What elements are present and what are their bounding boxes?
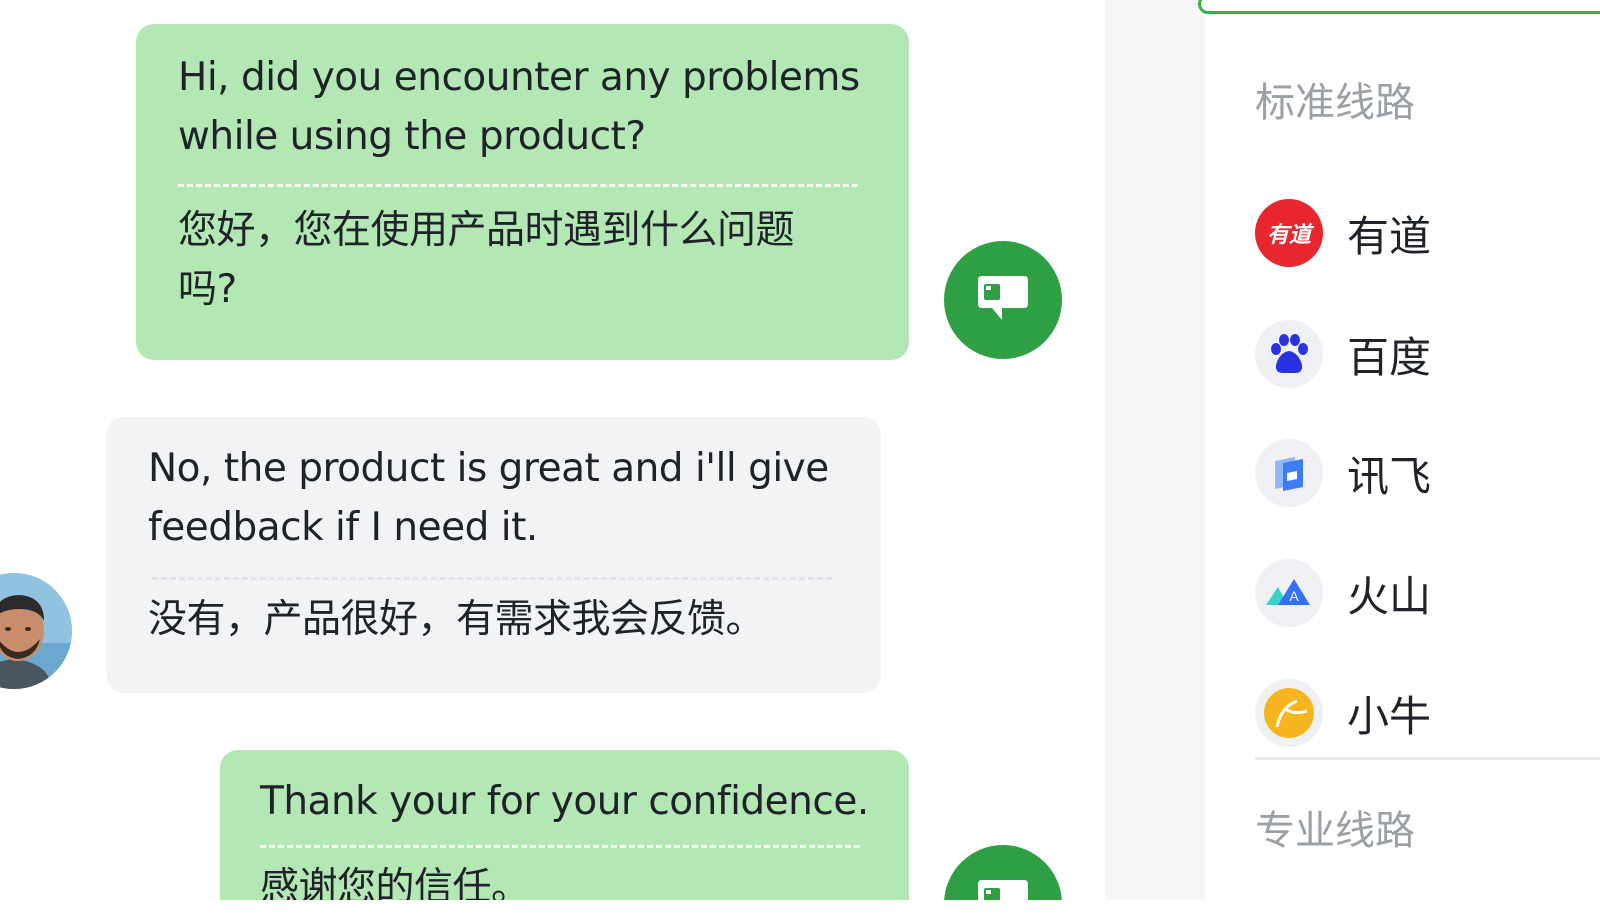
route-label: 火山 bbox=[1347, 571, 1432, 621]
translate-button[interactable] bbox=[944, 845, 1062, 900]
contact-avatar[interactable] bbox=[0, 573, 72, 689]
youdao-logo-text: 有道 bbox=[1266, 222, 1311, 248]
chat-area: Hi, did you encounter any problems while… bbox=[0, 0, 1105, 900]
iflytek-logo-shape bbox=[1275, 457, 1303, 491]
volcano-logo-shape: A bbox=[1266, 579, 1310, 605]
route-label: 有道 bbox=[1347, 211, 1432, 261]
route-item-niutrans[interactable]: 小牛 bbox=[1255, 670, 1600, 756]
avatar-image bbox=[0, 573, 72, 689]
route-label: 百度 bbox=[1347, 332, 1432, 382]
message-original-line: feedback if I need it. bbox=[148, 505, 538, 550]
message-original-line: Thank your for your confidence. bbox=[260, 779, 869, 824]
volcano-logo-icon: A bbox=[1255, 559, 1323, 627]
baidu-paw-icon bbox=[1255, 320, 1323, 388]
route-label: 讯飞 bbox=[1347, 451, 1432, 501]
route-item-iflytek[interactable]: 讯飞 bbox=[1255, 430, 1600, 516]
panel-gutter bbox=[1105, 0, 1205, 900]
message-original-line: No, the product is great and i'll give bbox=[148, 446, 829, 491]
message-translation-line: 感谢您的信任。 bbox=[260, 865, 530, 900]
route-item-baidu[interactable]: 百度 bbox=[1255, 311, 1600, 397]
translation-divider bbox=[178, 184, 858, 187]
translation-route-panel: 标准线路 有道 有道 百度 讯飞 A 火山 小牛 专业线路 bbox=[1205, 20, 1600, 920]
section-title-standard-routes: 标准线路 bbox=[1255, 80, 1415, 126]
message-translation-line: 没有，产品很好，有需求我会反馈。 bbox=[148, 597, 765, 642]
youdao-logo-icon: 有道 bbox=[1255, 199, 1323, 267]
panel-top-edge bbox=[1198, 0, 1600, 14]
message-translation-line: 吗? bbox=[178, 267, 237, 312]
translation-divider bbox=[152, 577, 832, 580]
translate-chat-icon bbox=[978, 276, 1028, 320]
section-title-pro-routes: 专业线路 bbox=[1255, 808, 1415, 854]
route-item-youdao[interactable]: 有道 有道 bbox=[1255, 190, 1600, 276]
message-bubble-outgoing[interactable]: Hi, did you encounter any problems while… bbox=[136, 24, 909, 360]
volcano-logo-letter: A bbox=[1289, 588, 1299, 604]
route-item-volcano[interactable]: A 火山 bbox=[1255, 550, 1600, 636]
translation-divider bbox=[260, 845, 860, 848]
niutrans-logo-icon bbox=[1255, 679, 1323, 747]
message-bubble-incoming[interactable]: No, the product is great and i'll give f… bbox=[106, 417, 881, 693]
message-original-line: while using the product? bbox=[178, 114, 646, 159]
section-divider bbox=[1255, 757, 1600, 760]
niutrans-logo-shape bbox=[1264, 688, 1314, 738]
message-translation-line: 您好，您在使用产品时遇到什么问题 bbox=[178, 208, 795, 253]
translate-chat-icon bbox=[978, 880, 1028, 900]
translate-button[interactable] bbox=[944, 241, 1062, 359]
route-label: 小牛 bbox=[1347, 691, 1432, 741]
message-original-line: Hi, did you encounter any problems bbox=[178, 55, 860, 100]
baidu-paw-shape bbox=[1271, 334, 1308, 373]
iflytek-logo-icon bbox=[1255, 439, 1323, 507]
message-bubble-outgoing[interactable]: Thank your for your confidence. 感谢您的信任。 bbox=[220, 750, 909, 900]
